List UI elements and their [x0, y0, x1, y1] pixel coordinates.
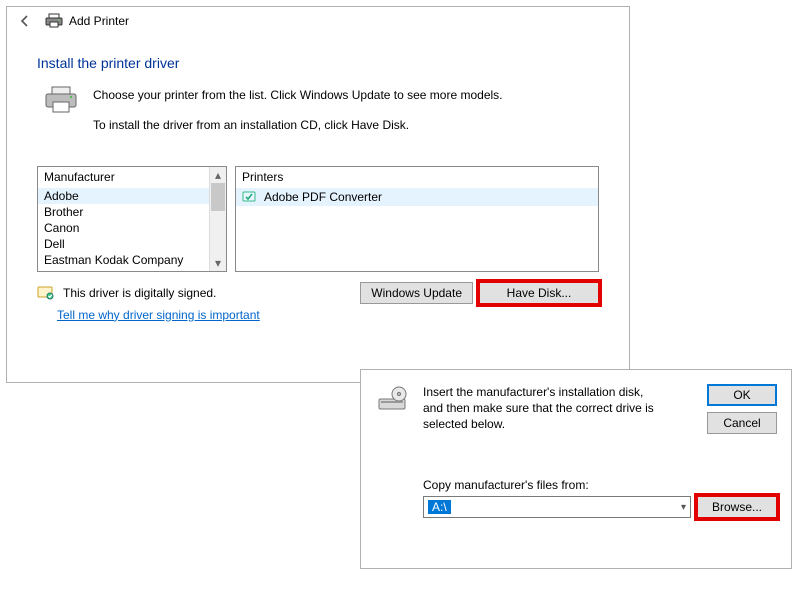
- printer-item-label: Adobe PDF Converter: [264, 190, 382, 204]
- printer-large-icon: [43, 85, 79, 136]
- add-printer-wizard: Add Printer Install the printer driver C…: [6, 6, 630, 383]
- intro-line-1: Choose your printer from the list. Click…: [93, 85, 503, 105]
- driver-signing-link[interactable]: Tell me why driver signing is important: [57, 308, 629, 322]
- signature-block: This driver is digitally signed.: [37, 285, 216, 301]
- driver-signed-icon: [242, 190, 258, 204]
- scroll-down-icon[interactable]: ▾: [210, 255, 226, 271]
- manufacturer-item[interactable]: Adobe: [38, 188, 226, 204]
- page-heading: Install the printer driver: [37, 55, 629, 71]
- manufacturer-item[interactable]: Canon: [38, 220, 226, 236]
- browse-button[interactable]: Browse...: [697, 496, 777, 518]
- intro-line-2: To install the driver from an installati…: [93, 115, 503, 135]
- manufacturer-scrollbar[interactable]: ▴ ▾: [209, 167, 226, 271]
- manufacturer-header: Manufacturer: [38, 167, 226, 188]
- chevron-down-icon[interactable]: ▾: [679, 502, 688, 513]
- printer-icon: [45, 13, 63, 29]
- install-instruction-text: Insert the manufacturer's installation d…: [423, 384, 663, 434]
- ok-button[interactable]: OK: [707, 384, 777, 406]
- scroll-up-icon[interactable]: ▴: [210, 167, 226, 183]
- printer-item[interactable]: Adobe PDF Converter: [236, 188, 598, 206]
- footer-row: This driver is digitally signed. Windows…: [37, 282, 599, 304]
- intro-block: Choose your printer from the list. Click…: [43, 85, 609, 136]
- manufacturer-item[interactable]: Eastman Kodak Company: [38, 252, 226, 268]
- printers-pane: Printers Adobe PDF Converter: [235, 166, 599, 272]
- manufacturer-item[interactable]: Dell: [38, 236, 226, 252]
- drive-path-combo[interactable]: A:\ ▾: [423, 496, 691, 518]
- have-disk-button[interactable]: Have Disk...: [479, 282, 599, 304]
- cancel-button[interactable]: Cancel: [707, 412, 777, 434]
- signature-text: This driver is digitally signed.: [63, 286, 216, 300]
- copy-from-label: Copy manufacturer's files from:: [423, 478, 777, 492]
- manufacturer-list[interactable]: Adobe Brother Canon Dell Eastman Kodak C…: [38, 188, 226, 268]
- disk-icon: [375, 384, 409, 434]
- window-title: Add Printer: [45, 13, 129, 29]
- printers-header: Printers: [236, 167, 598, 188]
- scroll-thumb[interactable]: [211, 183, 225, 211]
- manufacturer-pane: Manufacturer Adobe Brother Canon Dell Ea…: [37, 166, 227, 272]
- back-button[interactable]: [15, 11, 35, 31]
- wizard-header: Add Printer: [7, 7, 629, 37]
- install-from-disk-dialog: Insert the manufacturer's installation d…: [360, 369, 792, 569]
- certificate-icon: [37, 285, 55, 301]
- windows-update-button[interactable]: Windows Update: [360, 282, 473, 304]
- driver-lists: Manufacturer Adobe Brother Canon Dell Ea…: [37, 166, 599, 272]
- drive-path-value: A:\: [428, 500, 451, 514]
- window-title-text: Add Printer: [69, 14, 129, 28]
- manufacturer-item[interactable]: Brother: [38, 204, 226, 220]
